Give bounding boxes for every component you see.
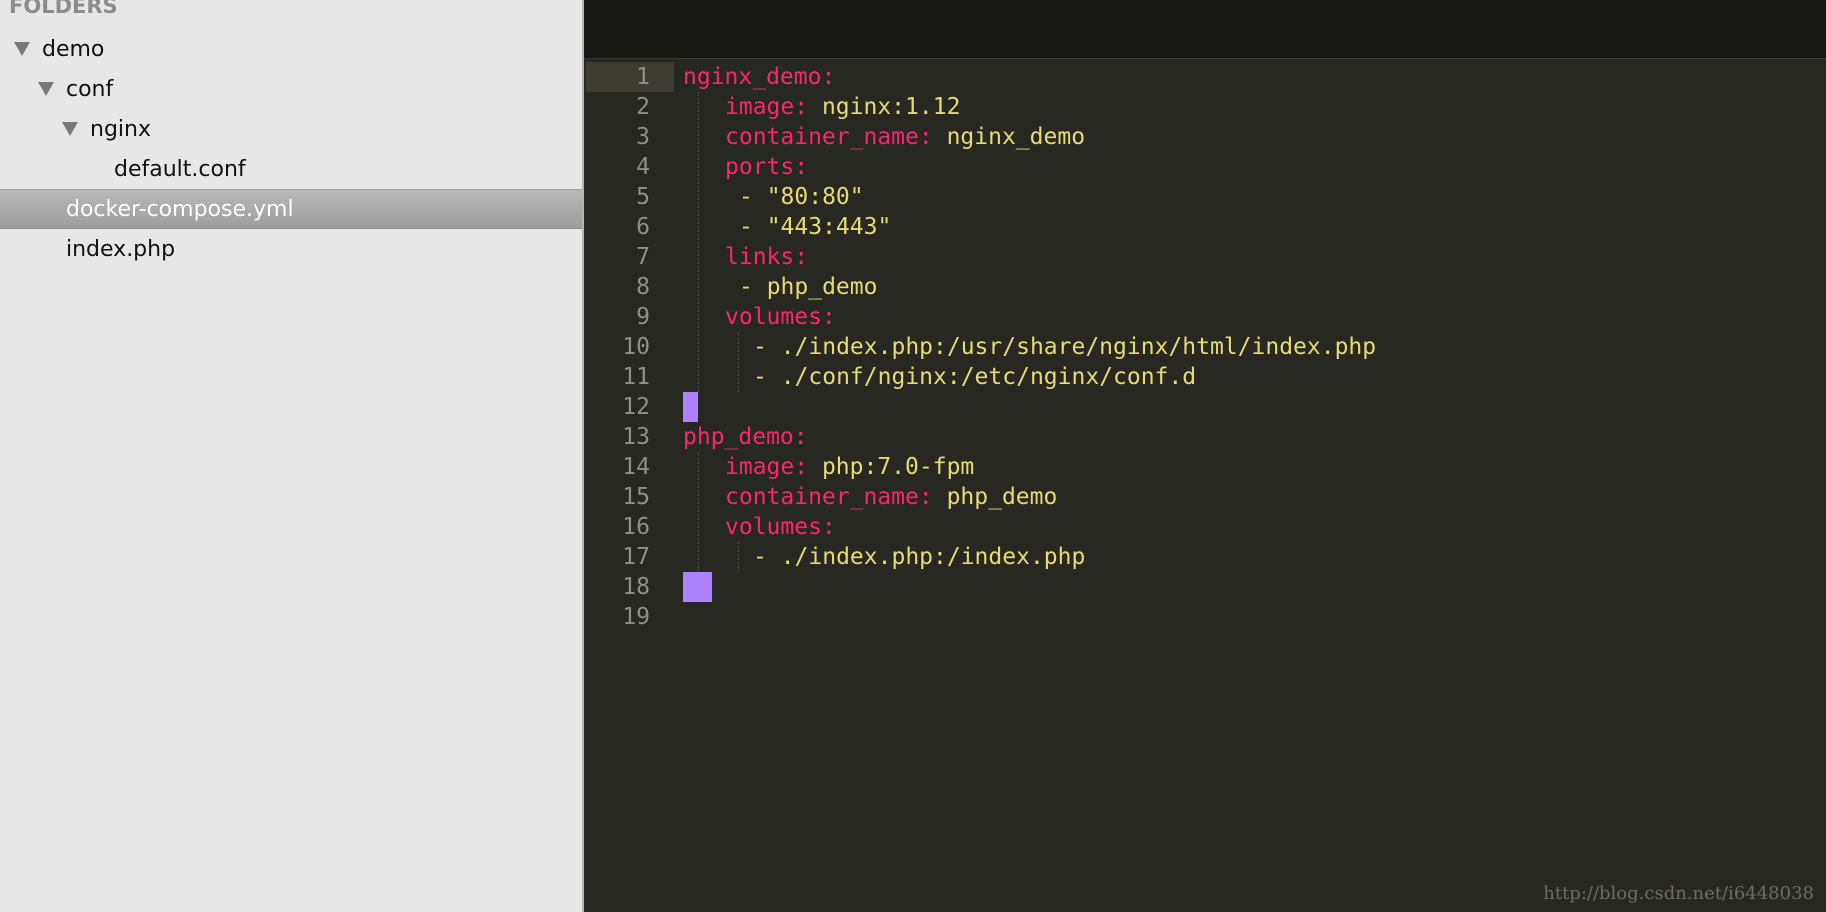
line-number: 19 bbox=[622, 604, 650, 630]
disclosure-triangle-icon[interactable] bbox=[38, 82, 54, 96]
line-number: 12 bbox=[622, 394, 650, 420]
line-number: 13 bbox=[622, 424, 650, 450]
yaml-value: nginx:1.12 bbox=[808, 94, 961, 120]
watermark-text: http://blog.csdn.net/i6448038 bbox=[1543, 883, 1814, 904]
tree-item-label: index.php bbox=[66, 236, 176, 262]
tree-folder-nginx[interactable]: nginx bbox=[0, 109, 582, 149]
line-number: 15 bbox=[622, 484, 650, 510]
line-number: 14 bbox=[622, 454, 650, 480]
line-number: 3 bbox=[636, 124, 650, 150]
code-line: image: php:7.0-fpm bbox=[725, 452, 974, 482]
code-line: nginx_demo: bbox=[683, 62, 835, 92]
disclosure-triangle-icon[interactable] bbox=[14, 42, 30, 56]
indent-guide bbox=[738, 332, 739, 392]
yaml-key: image: bbox=[725, 94, 809, 120]
yaml-value: php:7.0-fpm bbox=[808, 454, 975, 480]
code-area[interactable]: nginx_demo: image: nginx:1.12 container_… bbox=[683, 62, 1826, 912]
line-number: 9 bbox=[636, 304, 650, 330]
selection-cursor bbox=[683, 392, 698, 422]
yaml-key: volumes: bbox=[725, 514, 836, 540]
yaml-key: volumes: bbox=[725, 304, 836, 330]
indent-guide bbox=[738, 542, 739, 572]
code-line: - "443:443" bbox=[739, 212, 891, 242]
tree-file-docker-compose[interactable]: docker-compose.yml bbox=[0, 189, 582, 229]
line-number: 7 bbox=[636, 244, 650, 270]
code-line: - php_demo bbox=[739, 272, 877, 302]
code-line: container_name: php_demo bbox=[725, 482, 1057, 512]
code-line: volumes: bbox=[725, 512, 836, 542]
active-line-highlight bbox=[586, 62, 674, 92]
sidebar-header: FOLDERS bbox=[9, 0, 118, 18]
line-number: 5 bbox=[636, 184, 650, 210]
code-line: ports: bbox=[725, 152, 808, 182]
line-number: 2 bbox=[636, 94, 650, 120]
app-window: FOLDERS demo conf nginx default.conf doc… bbox=[0, 0, 1826, 912]
yaml-key: ports: bbox=[725, 154, 809, 180]
tab-bar bbox=[584, 0, 1826, 59]
line-number: 10 bbox=[622, 334, 650, 360]
tree-item-label: conf bbox=[66, 76, 114, 102]
tree-file-index-php[interactable]: index.php bbox=[0, 229, 582, 269]
code-line: - ./index.php:/usr/share/nginx/html/inde… bbox=[753, 332, 1376, 362]
line-number: 1 bbox=[636, 64, 650, 90]
yaml-value: - ./index.php:/index.php bbox=[753, 544, 1086, 570]
selection-cursor bbox=[683, 572, 712, 602]
yaml-key: links: bbox=[725, 244, 809, 270]
yaml-key: container_name: bbox=[725, 484, 933, 510]
code-line: - ./conf/nginx:/etc/nginx/conf.d bbox=[753, 362, 1196, 392]
tree-folder-conf[interactable]: conf bbox=[0, 69, 582, 109]
yaml-value: - php_demo bbox=[739, 274, 878, 300]
line-number: 8 bbox=[636, 274, 650, 300]
line-number: 18 bbox=[622, 574, 650, 600]
yaml-key: nginx_demo: bbox=[683, 64, 836, 90]
line-number: 17 bbox=[622, 544, 650, 570]
line-number: 16 bbox=[622, 514, 650, 540]
tree-item-label: demo bbox=[42, 36, 105, 62]
yaml-value: php_demo bbox=[932, 484, 1058, 510]
disclosure-triangle-icon[interactable] bbox=[62, 122, 78, 136]
code-line: php_demo: bbox=[683, 422, 808, 452]
yaml-key: container_name: bbox=[725, 124, 933, 150]
indent-guide bbox=[698, 92, 699, 392]
tree-folder-demo[interactable]: demo bbox=[0, 29, 582, 69]
yaml-value: - "80:80" bbox=[739, 184, 864, 210]
yaml-value: - "443:443" bbox=[739, 214, 892, 240]
line-number: 6 bbox=[636, 214, 650, 240]
code-editor[interactable]: 1 2 3 4 5 6 7 8 9 10 11 12 13 14 15 16 1… bbox=[584, 0, 1826, 912]
line-number: 4 bbox=[636, 154, 650, 180]
yaml-value: - ./conf/nginx:/etc/nginx/conf.d bbox=[753, 364, 1197, 390]
tree-item-label: nginx bbox=[90, 116, 151, 142]
tree-item-label: default.conf bbox=[114, 156, 246, 182]
yaml-value: nginx_demo bbox=[932, 124, 1086, 150]
yaml-value: - ./index.php:/usr/share/nginx/html/inde… bbox=[753, 334, 1377, 360]
code-line: - "80:80" bbox=[739, 182, 864, 212]
yaml-key: php_demo: bbox=[683, 424, 808, 450]
sidebar: FOLDERS demo conf nginx default.conf doc… bbox=[0, 0, 584, 912]
tree-file-default-conf[interactable]: default.conf bbox=[0, 149, 582, 189]
code-line: - ./index.php:/index.php bbox=[753, 542, 1085, 572]
line-number: 11 bbox=[622, 364, 650, 390]
code-line: links: bbox=[725, 242, 808, 272]
code-line: image: nginx:1.12 bbox=[725, 92, 960, 122]
code-line: container_name: nginx_demo bbox=[725, 122, 1085, 152]
code-line: volumes: bbox=[725, 302, 836, 332]
yaml-key: image: bbox=[725, 454, 809, 480]
tree-item-label: docker-compose.yml bbox=[66, 196, 294, 222]
